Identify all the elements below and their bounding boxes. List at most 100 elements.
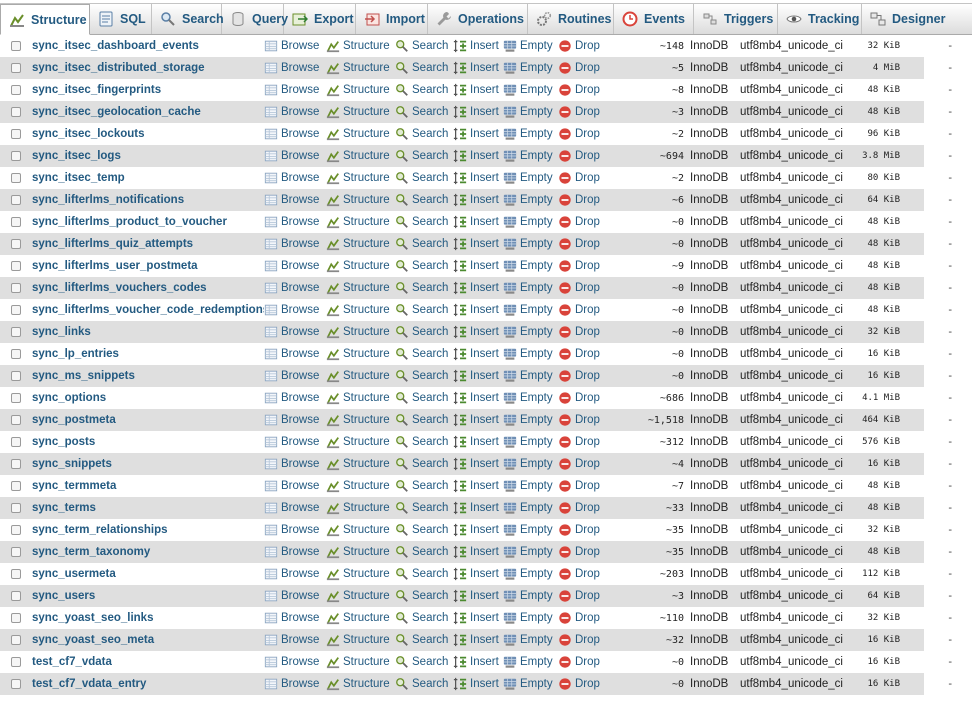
table-name-link[interactable]: test_cf7_vdata_entry xyxy=(32,678,264,690)
row-checkbox[interactable] xyxy=(11,569,21,579)
structure-action-link[interactable]: Structure xyxy=(326,39,395,53)
empty-action-link[interactable]: Empty xyxy=(503,149,558,163)
drop-action-link[interactable]: Drop xyxy=(558,303,608,317)
tab-query[interactable]: Query xyxy=(222,4,288,34)
table-name-link[interactable]: sync_lifterlms_quiz_attempts xyxy=(32,238,264,250)
search-action-link[interactable]: Search xyxy=(395,105,453,119)
tab-operations[interactable]: Operations xyxy=(428,4,528,34)
table-name-link[interactable]: sync_itsec_lockouts xyxy=(32,128,264,140)
empty-action-link[interactable]: Empty xyxy=(503,193,558,207)
table-name-link[interactable]: sync_yoast_seo_meta xyxy=(32,634,264,646)
row-checkbox[interactable] xyxy=(11,371,21,381)
browse-action-link[interactable]: Browse xyxy=(264,149,326,163)
search-action-link[interactable]: Search xyxy=(395,611,453,625)
insert-action-link[interactable]: Insert xyxy=(453,501,503,515)
structure-action-link[interactable]: Structure xyxy=(326,281,395,295)
row-checkbox[interactable] xyxy=(11,173,21,183)
structure-action-link[interactable]: Structure xyxy=(326,545,395,559)
structure-action-link[interactable]: Structure xyxy=(326,589,395,603)
search-action-link[interactable]: Search xyxy=(395,523,453,537)
empty-action-link[interactable]: Empty xyxy=(503,369,558,383)
empty-action-link[interactable]: Empty xyxy=(503,523,558,537)
search-action-link[interactable]: Search xyxy=(395,325,453,339)
empty-action-link[interactable]: Empty xyxy=(503,545,558,559)
structure-action-link[interactable]: Structure xyxy=(326,413,395,427)
structure-action-link[interactable]: Structure xyxy=(326,501,395,515)
structure-action-link[interactable]: Structure xyxy=(326,567,395,581)
structure-action-link[interactable]: Structure xyxy=(326,127,395,141)
empty-action-link[interactable]: Empty xyxy=(503,567,558,581)
browse-action-link[interactable]: Browse xyxy=(264,259,326,273)
empty-action-link[interactable]: Empty xyxy=(503,171,558,185)
search-action-link[interactable]: Search xyxy=(395,149,453,163)
tab-export[interactable]: Export xyxy=(284,4,356,34)
row-checkbox[interactable] xyxy=(11,437,21,447)
drop-action-link[interactable]: Drop xyxy=(558,545,608,559)
search-action-link[interactable]: Search xyxy=(395,259,453,273)
browse-action-link[interactable]: Browse xyxy=(264,171,326,185)
empty-action-link[interactable]: Empty xyxy=(503,677,558,691)
structure-action-link[interactable]: Structure xyxy=(326,611,395,625)
empty-action-link[interactable]: Empty xyxy=(503,347,558,361)
structure-action-link[interactable]: Structure xyxy=(326,193,395,207)
browse-action-link[interactable]: Browse xyxy=(264,589,326,603)
structure-action-link[interactable]: Structure xyxy=(326,61,395,75)
tab-sql[interactable]: SQL xyxy=(90,4,152,34)
drop-action-link[interactable]: Drop xyxy=(558,677,608,691)
browse-action-link[interactable]: Browse xyxy=(264,545,326,559)
structure-action-link[interactable]: Structure xyxy=(326,391,395,405)
insert-action-link[interactable]: Insert xyxy=(453,655,503,669)
empty-action-link[interactable]: Empty xyxy=(503,479,558,493)
browse-action-link[interactable]: Browse xyxy=(264,391,326,405)
drop-action-link[interactable]: Drop xyxy=(558,435,608,449)
drop-action-link[interactable]: Drop xyxy=(558,413,608,427)
empty-action-link[interactable]: Empty xyxy=(503,655,558,669)
row-checkbox[interactable] xyxy=(11,305,21,315)
drop-action-link[interactable]: Drop xyxy=(558,149,608,163)
drop-action-link[interactable]: Drop xyxy=(558,39,608,53)
drop-action-link[interactable]: Drop xyxy=(558,589,608,603)
structure-action-link[interactable]: Structure xyxy=(326,237,395,251)
browse-action-link[interactable]: Browse xyxy=(264,303,326,317)
row-checkbox[interactable] xyxy=(11,85,21,95)
browse-action-link[interactable]: Browse xyxy=(264,215,326,229)
insert-action-link[interactable]: Insert xyxy=(453,589,503,603)
search-action-link[interactable]: Search xyxy=(395,479,453,493)
row-checkbox[interactable] xyxy=(11,679,21,689)
drop-action-link[interactable]: Drop xyxy=(558,105,608,119)
insert-action-link[interactable]: Insert xyxy=(453,435,503,449)
search-action-link[interactable]: Search xyxy=(395,567,453,581)
structure-action-link[interactable]: Structure xyxy=(326,83,395,97)
insert-action-link[interactable]: Insert xyxy=(453,303,503,317)
empty-action-link[interactable]: Empty xyxy=(503,237,558,251)
row-checkbox[interactable] xyxy=(11,63,21,73)
tab-routines[interactable]: Routines xyxy=(528,4,614,34)
empty-action-link[interactable]: Empty xyxy=(503,435,558,449)
search-action-link[interactable]: Search xyxy=(395,61,453,75)
row-checkbox[interactable] xyxy=(11,261,21,271)
row-checkbox[interactable] xyxy=(11,283,21,293)
browse-action-link[interactable]: Browse xyxy=(264,127,326,141)
insert-action-link[interactable]: Insert xyxy=(453,237,503,251)
row-checkbox[interactable] xyxy=(11,349,21,359)
drop-action-link[interactable]: Drop xyxy=(558,127,608,141)
browse-action-link[interactable]: Browse xyxy=(264,281,326,295)
structure-action-link[interactable]: Structure xyxy=(326,457,395,471)
row-checkbox[interactable] xyxy=(11,393,21,403)
tab-import[interactable]: Import xyxy=(356,4,428,34)
drop-action-link[interactable]: Drop xyxy=(558,611,608,625)
table-name-link[interactable]: sync_lifterlms_notifications xyxy=(32,194,264,206)
structure-action-link[interactable]: Structure xyxy=(326,523,395,537)
row-checkbox[interactable] xyxy=(11,41,21,51)
empty-action-link[interactable]: Empty xyxy=(503,501,558,515)
browse-action-link[interactable]: Browse xyxy=(264,105,326,119)
structure-action-link[interactable]: Structure xyxy=(326,479,395,493)
drop-action-link[interactable]: Drop xyxy=(558,457,608,471)
row-checkbox[interactable] xyxy=(11,503,21,513)
browse-action-link[interactable]: Browse xyxy=(264,523,326,537)
search-action-link[interactable]: Search xyxy=(395,237,453,251)
browse-action-link[interactable]: Browse xyxy=(264,325,326,339)
structure-action-link[interactable]: Structure xyxy=(326,347,395,361)
empty-action-link[interactable]: Empty xyxy=(503,303,558,317)
table-name-link[interactable]: sync_links xyxy=(32,326,264,338)
